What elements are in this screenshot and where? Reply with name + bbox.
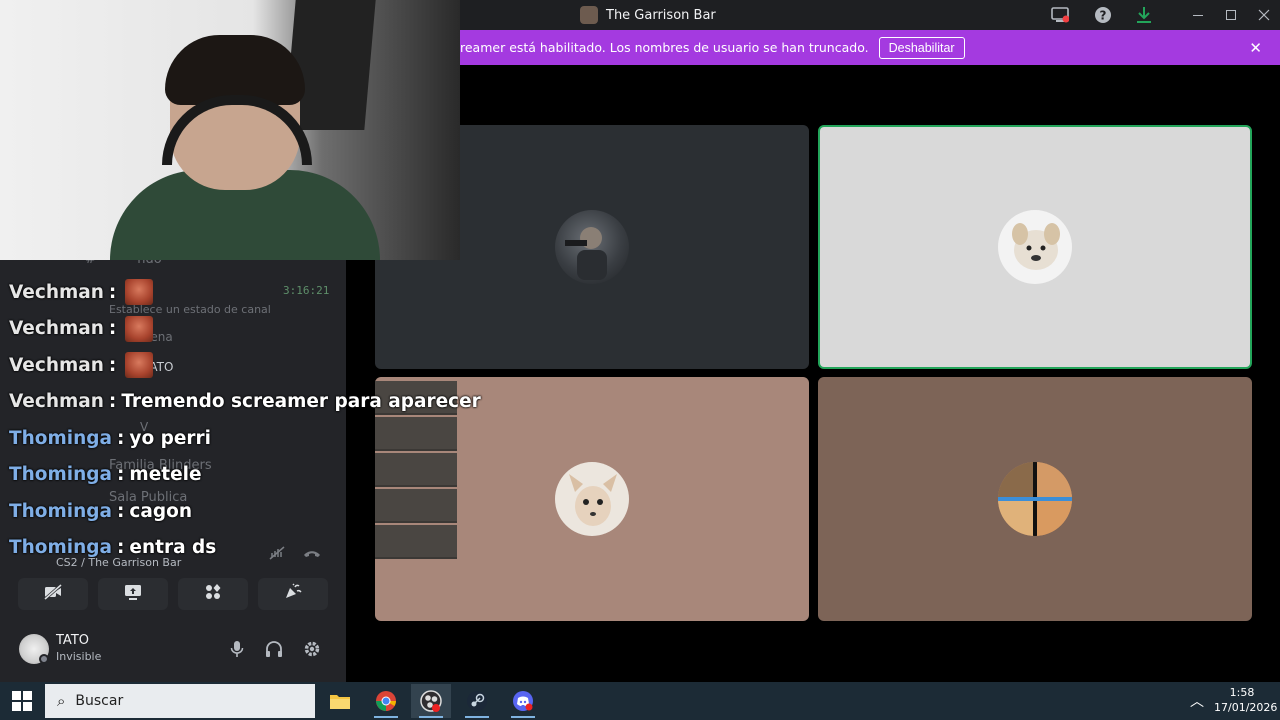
chat-separator: : (108, 391, 117, 413)
server-icon (580, 6, 598, 24)
participant-avatar (998, 210, 1072, 284)
participant-avatar (998, 462, 1072, 536)
streamer-mode-banner: reamer está habilitado. Los nombres de u… (460, 30, 1280, 65)
chat-text: metele (129, 464, 202, 486)
user-name[interactable]: TATO (56, 633, 89, 648)
help-icon[interactable]: ? (1092, 5, 1114, 25)
disconnect-icon[interactable] (302, 545, 322, 564)
activities-button[interactable] (178, 578, 248, 610)
windows-taskbar: ⌕ Buscar ︿ 1:58 17/01/2026 (0, 682, 1280, 720)
svg-text:?: ? (1100, 9, 1107, 23)
chat-message: Vechman: (9, 311, 459, 348)
close-banner-icon[interactable]: ✕ (1249, 39, 1262, 57)
chat-username: Thominga (9, 464, 113, 486)
chat-message: Vechman: (9, 347, 459, 384)
obs-icon[interactable] (411, 684, 451, 718)
soundboard-icon (283, 583, 303, 605)
screen-share-icon (123, 583, 143, 605)
chat-message: Thominga: yo perri (9, 420, 459, 457)
disable-streamer-mode-button[interactable]: Deshabilitar (878, 36, 965, 59)
chat-username: Vechman (9, 281, 104, 303)
invisible-status-icon (39, 654, 49, 664)
window-title: The Garrison Bar (580, 6, 716, 24)
chat-message: Vechman: Tremendo screamer para aparecer (9, 384, 481, 421)
clock-time: 1:58 (1229, 686, 1255, 699)
user-panel: TATO Invisible (0, 626, 346, 676)
chat-separator: : (108, 318, 117, 340)
taskbar-search-input[interactable]: ⌕ Buscar (45, 684, 315, 718)
user-status: Invisible (56, 650, 102, 663)
screen-share-icon[interactable] (1049, 5, 1071, 25)
download-icon[interactable] (1133, 5, 1155, 25)
search-placeholder: Buscar (75, 693, 124, 709)
stream-chat-overlay: Vechman: Vechman: Vechman: Vechman: Tremendo… (9, 274, 481, 566)
participant-avatar (555, 210, 629, 284)
headphones-icon[interactable] (263, 638, 285, 660)
voice-actions (18, 578, 328, 610)
chat-separator: : (117, 464, 125, 486)
voice-tile-2-speaking[interactable] (818, 125, 1252, 369)
gear-icon[interactable] (301, 638, 323, 660)
banner-text: reamer está habilitado. Los nombres de u… (460, 40, 869, 55)
window-title-text: The Garrison Bar (606, 7, 716, 23)
chat-separator: : (117, 427, 125, 449)
chat-text: cagon (129, 500, 192, 522)
chat-message: Thominga: cagon (9, 493, 459, 530)
webcam-overlay (0, 0, 460, 260)
discord-icon[interactable] (503, 684, 543, 718)
steam-icon[interactable] (457, 684, 497, 718)
chat-message: Vechman: (9, 274, 459, 311)
maximize-button[interactable] (1216, 4, 1246, 26)
microphone-icon[interactable] (226, 638, 248, 660)
chat-username: Vechman (9, 354, 104, 376)
participant-avatar (555, 462, 629, 536)
search-icon: ⌕ (57, 692, 66, 710)
camera-toggle-button[interactable] (18, 578, 88, 610)
activities-icon (204, 583, 222, 605)
voice-connection-location[interactable]: CS2 / The Garrison Bar (56, 556, 181, 569)
chat-separator: : (108, 281, 117, 303)
emote-image (125, 315, 154, 342)
chat-username: Thominga (9, 427, 113, 449)
clock-date: 17/01/2026 (1214, 701, 1278, 714)
minimize-button[interactable] (1183, 4, 1213, 26)
file-explorer-icon[interactable] (320, 684, 360, 718)
chat-username: Vechman (9, 318, 104, 340)
share-screen-button[interactable] (98, 578, 168, 610)
taskbar-clock[interactable]: 1:58 17/01/2026 (1214, 685, 1278, 715)
chevron-up-icon[interactable]: ︿ (1190, 691, 1204, 711)
chat-message: Thominga: metele (9, 457, 459, 494)
windows-start-icon[interactable] (12, 691, 32, 711)
soundboard-button[interactable] (258, 578, 328, 610)
chat-separator: : (108, 354, 117, 376)
voice-tile-4[interactable] (818, 377, 1252, 621)
chat-text: Tremendo screamer para aparecer (121, 391, 481, 413)
close-window-button[interactable] (1249, 4, 1279, 26)
emote-image (125, 352, 154, 379)
emote-image (125, 279, 154, 306)
chat-text: yo perri (129, 427, 212, 449)
chat-username: Vechman (9, 391, 104, 413)
chat-username: Thominga (9, 500, 113, 522)
chat-separator: : (117, 500, 125, 522)
camera-off-icon (43, 583, 63, 605)
noise-suppression-icon[interactable] (268, 545, 286, 565)
chrome-icon[interactable] (366, 684, 406, 718)
